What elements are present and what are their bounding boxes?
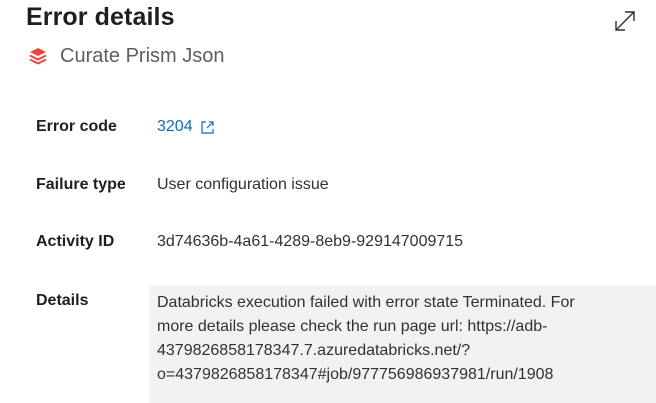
error-code-label: Error code: [36, 118, 117, 135]
details-label: Details: [36, 292, 89, 309]
failure-type-value: User configuration issue: [157, 176, 329, 193]
error-code-row: 3204: [157, 118, 215, 136]
activity-subtitle: Curate Prism Json: [28, 43, 225, 69]
expand-icon[interactable]: [612, 8, 638, 34]
activity-name: Curate Prism Json: [60, 44, 225, 67]
details-line: o=4379826858178347#job/977756986937981/r…: [157, 366, 554, 383]
error-code-value[interactable]: 3204: [157, 118, 193, 136]
error-details-panel: Error details Curate Prism Json Error co…: [0, 0, 656, 403]
failure-type-label: Failure type: [36, 176, 126, 193]
panel-title: Error details: [26, 3, 175, 31]
databricks-layers-icon: [28, 46, 48, 66]
details-text-box[interactable]: Databricks execution failed with error s…: [149, 285, 656, 403]
details-line: Databricks execution failed with error s…: [157, 294, 575, 311]
error-code-link[interactable]: 3204: [157, 118, 215, 136]
open-external-icon[interactable]: [200, 120, 215, 135]
details-line: more details please check the run page u…: [157, 318, 548, 335]
activity-id-label: Activity ID: [36, 233, 115, 250]
details-line: 4379826858178347.7.azuredatabricks.net/?: [157, 342, 471, 359]
activity-id-value: 3d74636b-4a61-4289-8eb9-929147009715: [157, 233, 464, 250]
